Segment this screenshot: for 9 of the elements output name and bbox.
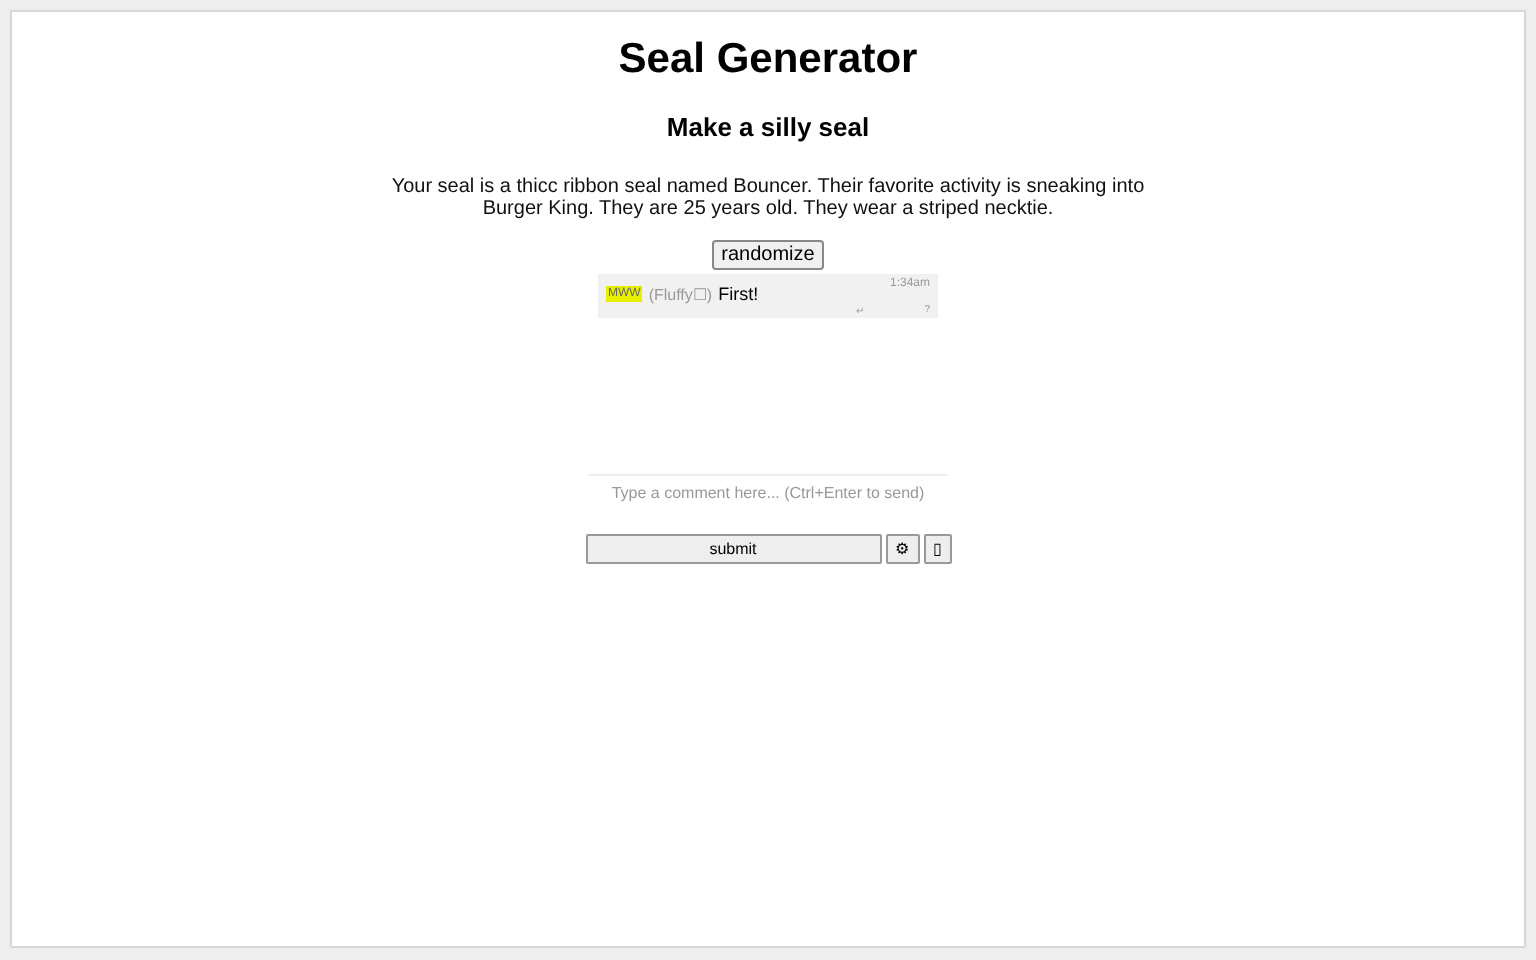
page-title: Seal Generator: [618, 36, 918, 84]
settings-button[interactable]: ⚙: [885, 534, 919, 564]
page-subtitle: Make a silly seal: [666, 112, 870, 142]
comment-author: (Fluffy☐): [648, 285, 713, 303]
comment-text: First!: [718, 284, 759, 304]
seal-description: Your seal is a thicc ribbon seal named Bouncer. Their favorite activity is sneaking into Burger King. They are 25 years old. They wear a striped necktie.: [389, 176, 1147, 220]
extra-button[interactable]: ▯: [923, 534, 951, 564]
randomize-button[interactable]: randomize: [711, 240, 825, 270]
submit-button[interactable]: submit: [585, 534, 881, 564]
